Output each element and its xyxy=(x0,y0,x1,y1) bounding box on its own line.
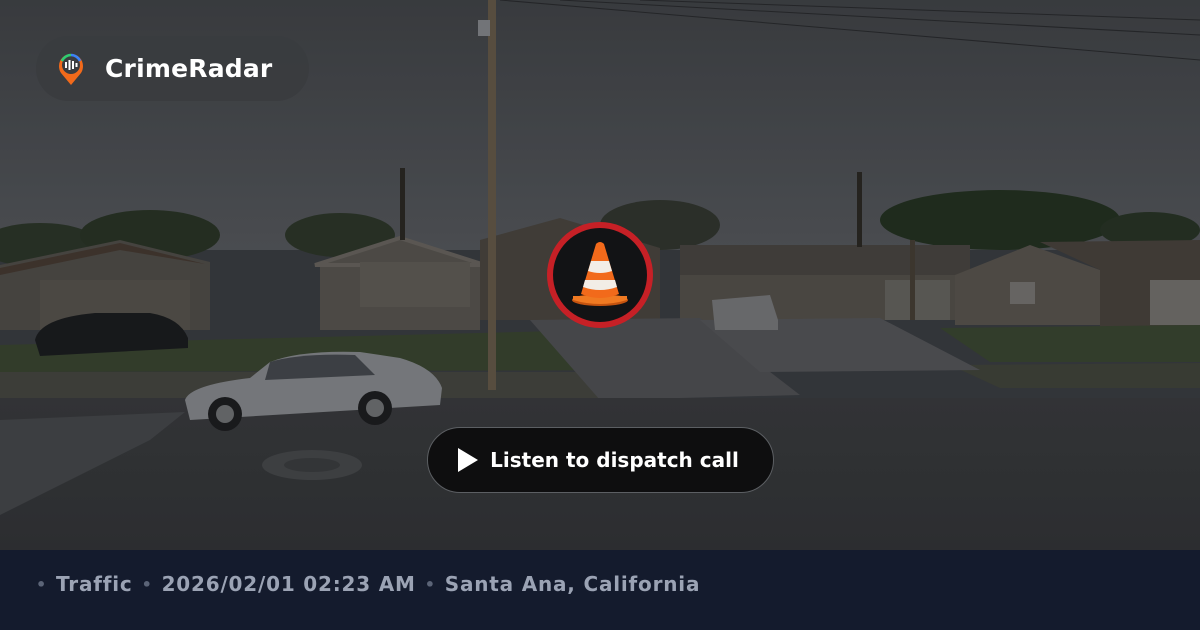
separator-dot: • xyxy=(424,574,436,594)
listen-dispatch-label: Listen to dispatch call xyxy=(490,448,739,472)
play-icon xyxy=(458,448,479,472)
listen-dispatch-button[interactable]: Listen to dispatch call xyxy=(427,427,774,493)
brand-pill[interactable]: CrimeRadar xyxy=(36,36,309,101)
radar-pin-icon xyxy=(59,53,83,85)
incident-category: Traffic xyxy=(56,572,133,596)
separator-dot: • xyxy=(36,574,48,594)
separator-dot: • xyxy=(141,574,153,594)
incident-meta-bar: • Traffic • 2026/02/01 02:23 AM • Santa … xyxy=(0,550,1200,630)
incident-datetime: 2026/02/01 02:23 AM xyxy=(161,572,416,596)
incident-badge xyxy=(547,222,653,328)
brand-name: CrimeRadar xyxy=(105,54,273,83)
badge-inner xyxy=(553,228,647,322)
incident-location: Santa Ana, California xyxy=(444,572,701,596)
traffic-cone-icon xyxy=(572,242,628,306)
